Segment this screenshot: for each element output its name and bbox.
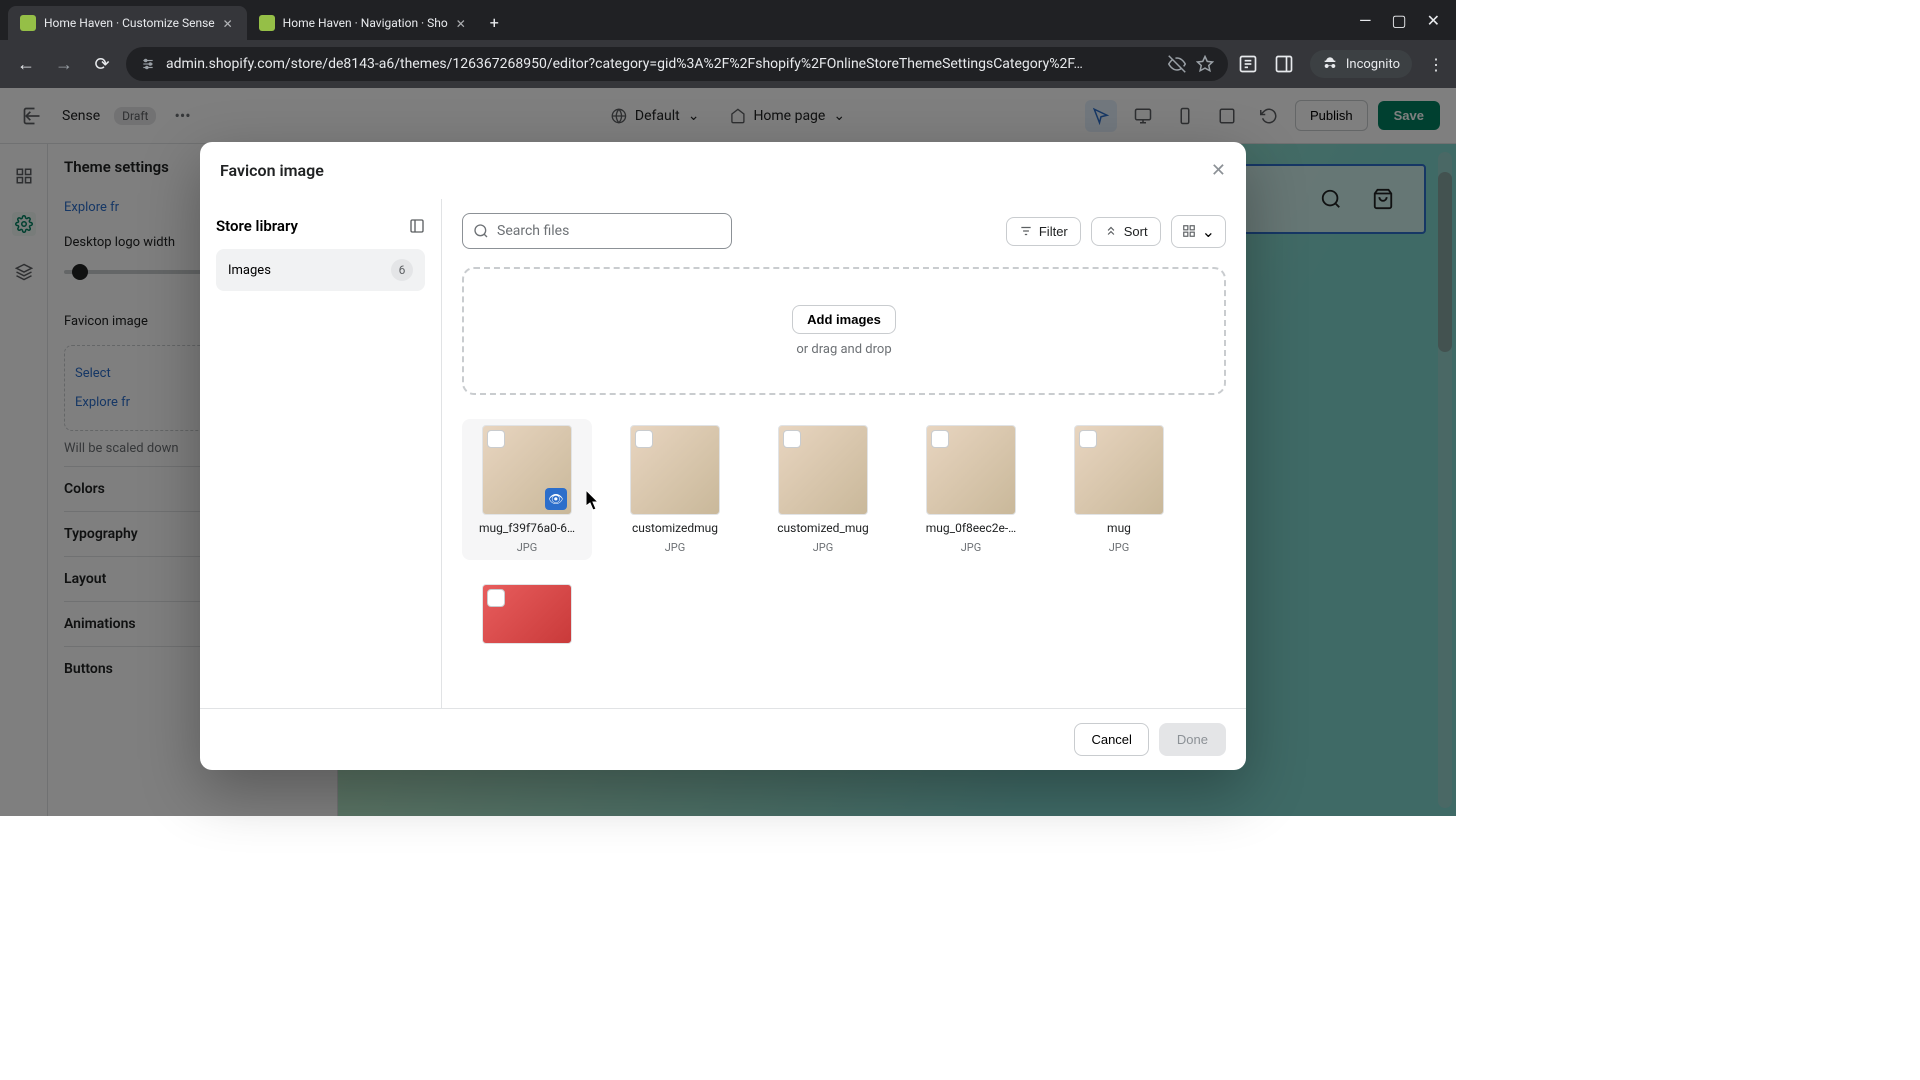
- new-tab-button[interactable]: +: [480, 7, 509, 38]
- images-filter[interactable]: Images 6: [216, 249, 425, 291]
- add-images-button[interactable]: Add images: [792, 305, 896, 334]
- search-files-input[interactable]: Search files: [462, 213, 732, 249]
- chevron-down-icon: ⌄: [1202, 222, 1215, 241]
- minimize-icon[interactable]: —: [1359, 11, 1372, 30]
- address-bar: ← → ⟳ admin.shopify.com/store/de8143-a6/…: [0, 40, 1456, 88]
- tab-title: Home Haven · Customize Sense: [44, 16, 215, 30]
- url-input[interactable]: admin.shopify.com/store/de8143-a6/themes…: [126, 47, 1228, 81]
- window-close-icon[interactable]: ✕: [1427, 11, 1440, 30]
- menu-icon[interactable]: ⋮: [1428, 55, 1444, 74]
- file-ext: JPG: [961, 541, 982, 554]
- shopify-icon: [20, 15, 36, 31]
- file-ext: JPG: [665, 541, 686, 554]
- cancel-button[interactable]: Cancel: [1074, 723, 1148, 756]
- store-library-label: Store library: [216, 217, 298, 235]
- close-icon[interactable]: ✕: [223, 17, 235, 29]
- close-modal-button[interactable]: ✕: [1211, 160, 1226, 181]
- maximize-icon[interactable]: ▢: [1391, 11, 1406, 30]
- file-item[interactable]: mug_0f8eec2e-… JPG: [906, 419, 1036, 560]
- file-item[interactable]: customized_mug JPG: [758, 419, 888, 560]
- view-toggle[interactable]: ⌄: [1171, 215, 1226, 248]
- select-checkbox[interactable]: [487, 589, 505, 607]
- site-settings-icon[interactable]: [140, 56, 156, 72]
- favicon-modal: Favicon image ✕ Store library Images 6 S…: [200, 142, 1246, 770]
- reading-list-icon[interactable]: [1238, 54, 1258, 74]
- select-checkbox[interactable]: [1079, 430, 1097, 448]
- select-checkbox[interactable]: [635, 430, 653, 448]
- sort-label: Sort: [1124, 224, 1148, 239]
- side-panel-icon[interactable]: [1274, 54, 1294, 74]
- filter-label: Filter: [1039, 224, 1068, 239]
- library-options-icon[interactable]: [409, 218, 425, 234]
- back-button[interactable]: ←: [12, 54, 40, 75]
- browser-tab-2[interactable]: Home Haven · Navigation · Sho ✕: [247, 6, 480, 40]
- file-item[interactable]: mug JPG: [1054, 419, 1184, 560]
- select-checkbox[interactable]: [931, 430, 949, 448]
- upload-dropzone[interactable]: Add images or drag and drop: [462, 267, 1226, 395]
- file-item[interactable]: 👁 mug_f39f76a0-6… JPG: [462, 419, 592, 560]
- forward-button: →: [50, 54, 78, 75]
- select-checkbox[interactable]: [783, 430, 801, 448]
- file-ext: JPG: [517, 541, 538, 554]
- library-sidebar: Store library Images 6: [200, 199, 442, 708]
- incognito-label: Incognito: [1346, 57, 1400, 72]
- search-placeholder: Search files: [497, 223, 569, 239]
- reload-button[interactable]: ⟳: [88, 54, 116, 75]
- drag-hint: or drag and drop: [796, 342, 891, 357]
- eye-off-icon[interactable]: [1168, 55, 1186, 73]
- done-button: Done: [1159, 723, 1226, 756]
- incognito-badge[interactable]: Incognito: [1310, 50, 1412, 78]
- file-name: customized_mug: [777, 521, 868, 535]
- browser-tab-1[interactable]: Home Haven · Customize Sense ✕: [8, 6, 247, 40]
- tab-strip: Home Haven · Customize Sense ✕ Home Have…: [0, 0, 1456, 40]
- file-ext: JPG: [1109, 541, 1130, 554]
- file-name: mug: [1107, 521, 1131, 535]
- file-item[interactable]: [462, 578, 592, 650]
- file-name: mug_0f8eec2e-…: [926, 521, 1016, 535]
- tab-title: Home Haven · Navigation · Sho: [283, 16, 448, 30]
- file-name: customizedmug: [632, 521, 718, 535]
- images-count: 6: [391, 259, 413, 281]
- file-name: mug_f39f76a0-6…: [479, 521, 575, 535]
- filter-button[interactable]: Filter: [1006, 217, 1081, 246]
- images-label: Images: [228, 263, 271, 278]
- preview-icon[interactable]: 👁: [545, 488, 567, 510]
- url-text: admin.shopify.com/store/de8143-a6/themes…: [166, 56, 1158, 72]
- sort-button[interactable]: Sort: [1091, 217, 1161, 246]
- select-checkbox[interactable]: [487, 430, 505, 448]
- file-item[interactable]: customizedmug JPG: [610, 419, 740, 560]
- bookmark-icon[interactable]: [1196, 55, 1214, 73]
- file-ext: JPG: [813, 541, 834, 554]
- close-icon[interactable]: ✕: [456, 17, 468, 29]
- shopify-icon: [259, 15, 275, 31]
- modal-title: Favicon image: [220, 161, 324, 180]
